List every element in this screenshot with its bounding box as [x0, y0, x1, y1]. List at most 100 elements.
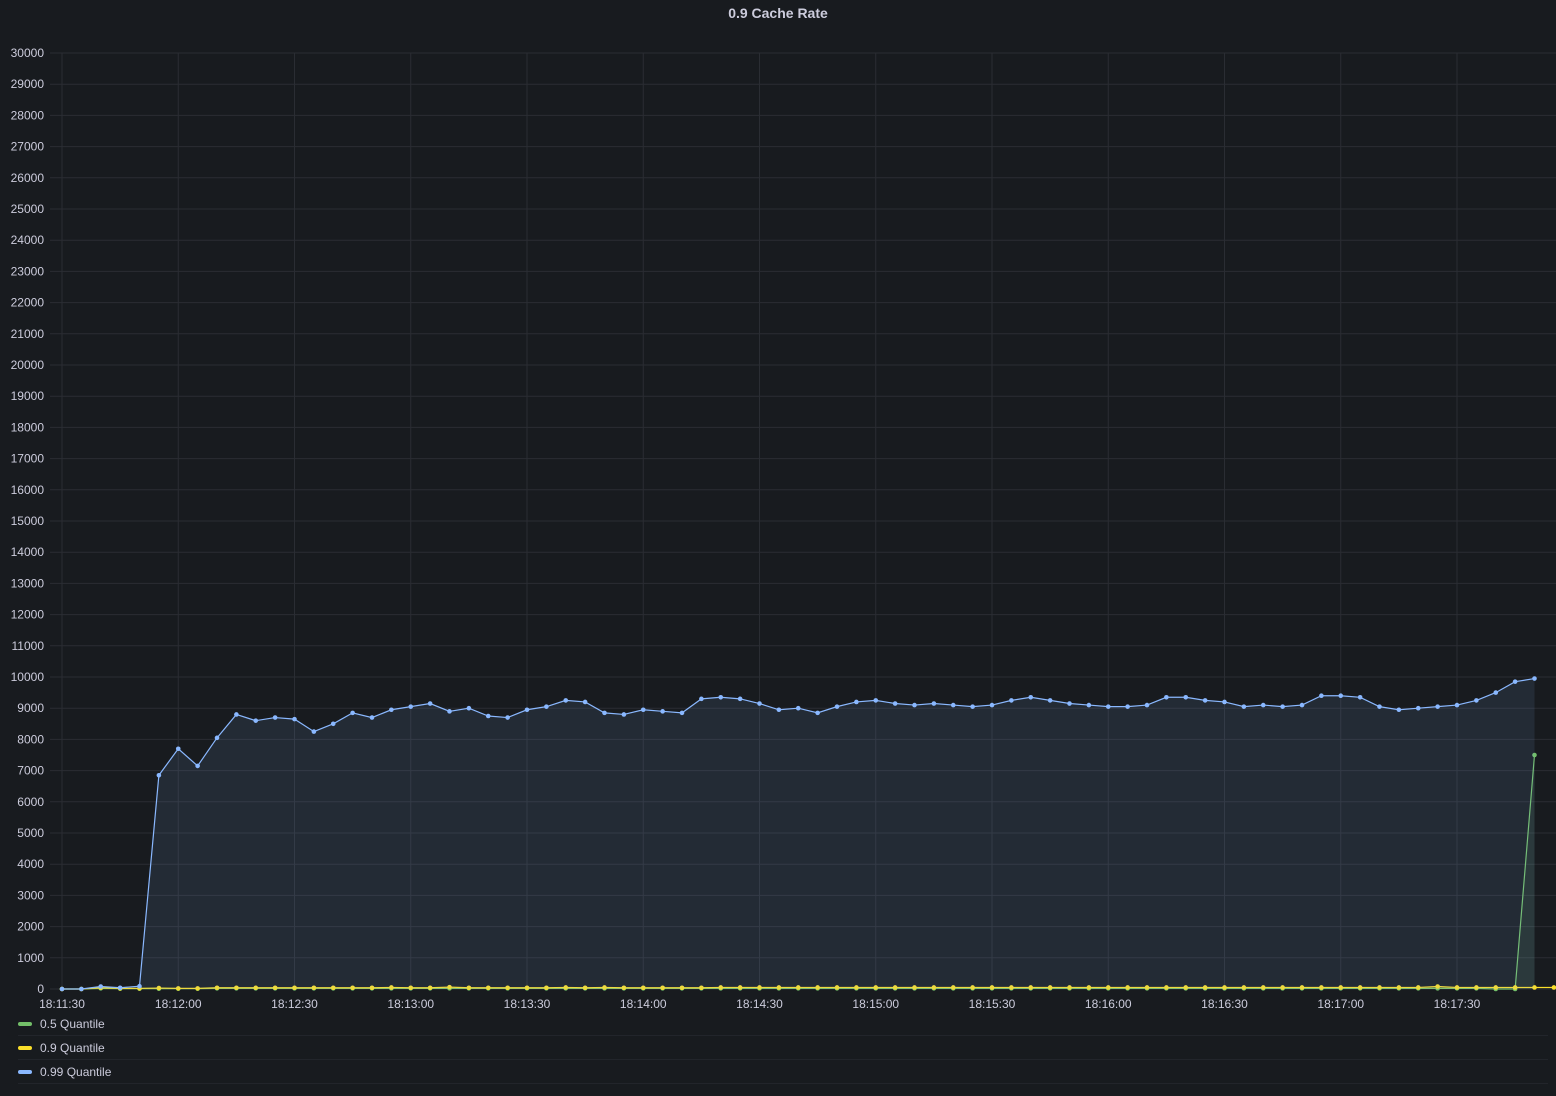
y-tick-label: 13000: [11, 576, 45, 590]
legend: 0.5 Quantile 0.9 Quantile 0.99 Quantile: [18, 1012, 1548, 1084]
y-tick-label: 12000: [11, 608, 45, 622]
legend-swatch: [18, 1045, 32, 1050]
data-point: [1028, 694, 1034, 700]
y-tick-label: 23000: [11, 264, 45, 278]
data-point: [1551, 985, 1556, 990]
data-point: [59, 986, 65, 992]
data-point: [1202, 698, 1208, 703]
x-tick-label: 18:12:30: [271, 997, 318, 1011]
data-point: [1125, 704, 1130, 709]
data-point: [795, 705, 801, 711]
data-point: [815, 710, 820, 716]
x-tick-label: 18:14:00: [620, 997, 667, 1011]
data-point: [1512, 679, 1518, 684]
y-axis: 0 1000 2000 3000 4000 5000 6000 7000 8000 9000 100…: [11, 46, 45, 996]
series-layer: [59, 676, 1556, 992]
data-point: [234, 712, 239, 717]
y-tick-label: 14000: [11, 545, 45, 559]
data-point: [1435, 704, 1440, 709]
legend-swatch: [18, 1021, 32, 1026]
data-point: [602, 710, 607, 716]
data-point: [311, 729, 317, 734]
data-point: [505, 715, 510, 720]
data-point: [447, 709, 452, 714]
data-point: [485, 713, 491, 719]
data-point: [1067, 701, 1072, 706]
x-tick-label: 18:15:00: [852, 997, 899, 1011]
y-tick-label: 18000: [11, 420, 45, 434]
chart-svg[interactable]: 0 1000 2000 3000 4000 5000 6000 7000 8000 9000 100…: [0, 0, 1556, 1012]
y-tick-label: 20000: [11, 358, 45, 372]
data-point: [679, 710, 685, 716]
data-point: [389, 707, 394, 713]
x-tick-label: 18:17:00: [1317, 997, 1364, 1011]
data-point: [214, 735, 220, 741]
data-point: [1415, 705, 1421, 711]
data-point: [699, 696, 704, 702]
data-point: [1047, 698, 1053, 703]
data-point: [640, 707, 646, 713]
data-point: [175, 746, 181, 752]
data-point: [156, 772, 162, 778]
data-point: [544, 704, 549, 709]
y-tick-label: 15000: [11, 514, 45, 528]
y-tick-label: 2000: [17, 920, 44, 934]
y-tick-label: 26000: [11, 171, 45, 185]
y-tick-label: 16000: [11, 483, 45, 497]
data-point: [1086, 702, 1092, 708]
legend-item[interactable]: 0.9 Quantile: [18, 1036, 1548, 1060]
legend-item[interactable]: 0.99 Quantile: [18, 1060, 1548, 1084]
data-point: [1105, 704, 1111, 709]
data-point: [524, 707, 530, 713]
y-tick-label: 19000: [11, 389, 45, 403]
data-point: [989, 702, 995, 708]
data-point: [369, 715, 375, 720]
data-point: [330, 721, 336, 727]
y-tick-label: 5000: [17, 826, 44, 840]
data-point: [272, 715, 278, 720]
data-point: [582, 699, 588, 705]
y-tick-label: 9000: [17, 701, 44, 715]
data-point: [350, 710, 355, 716]
y-tick-label: 30000: [11, 46, 45, 60]
data-point: [1357, 694, 1363, 700]
x-axis: 18:11:30 18:12:00 18:12:30 18:13:00 18:13:30…: [39, 997, 1481, 1011]
data-point: [1183, 694, 1189, 700]
chart-panel: 0.9 Cache Rate 0 1000 2000 3000 4000 5000 6000…: [0, 0, 1556, 1096]
y-tick-label: 0: [37, 982, 44, 996]
y-tick-label: 21000: [11, 327, 45, 341]
data-point: [970, 704, 975, 709]
y-tick-label: 17000: [11, 452, 45, 466]
data-point: [621, 712, 627, 717]
data-point: [98, 984, 104, 989]
data-point: [776, 707, 782, 713]
y-tick-label: 1000: [17, 951, 44, 965]
data-point: [1396, 707, 1402, 713]
x-tick-label: 18:16:00: [1085, 997, 1132, 1011]
y-tick-label: 10000: [11, 670, 45, 684]
data-point: [757, 701, 762, 706]
y-tick-label: 7000: [17, 764, 44, 778]
x-tick-label: 18:17:30: [1434, 997, 1481, 1011]
legend-label: 0.5 Quantile: [40, 1016, 105, 1031]
y-tick-label: 29000: [11, 77, 45, 91]
y-tick-label: 22000: [11, 296, 45, 310]
data-point: [1454, 702, 1460, 708]
y-tick-label: 8000: [17, 732, 44, 746]
x-tick-label: 18:11:30: [39, 997, 85, 1011]
data-point: [1222, 699, 1227, 705]
data-point: [737, 696, 743, 702]
legend-item[interactable]: 0.5 Quantile: [18, 1012, 1548, 1036]
x-tick-label: 18:13:30: [504, 997, 551, 1011]
data-point: [1377, 704, 1382, 709]
data-point: [1009, 698, 1014, 703]
data-point: [408, 704, 414, 709]
x-tick-label: 18:14:30: [736, 997, 783, 1011]
data-point: [912, 702, 917, 708]
data-point: [1338, 693, 1344, 699]
y-tick-label: 25000: [11, 202, 45, 216]
data-point: [1144, 702, 1150, 708]
data-point: [1319, 693, 1324, 699]
x-tick-label: 18:16:30: [1201, 997, 1248, 1011]
data-point: [892, 701, 898, 706]
